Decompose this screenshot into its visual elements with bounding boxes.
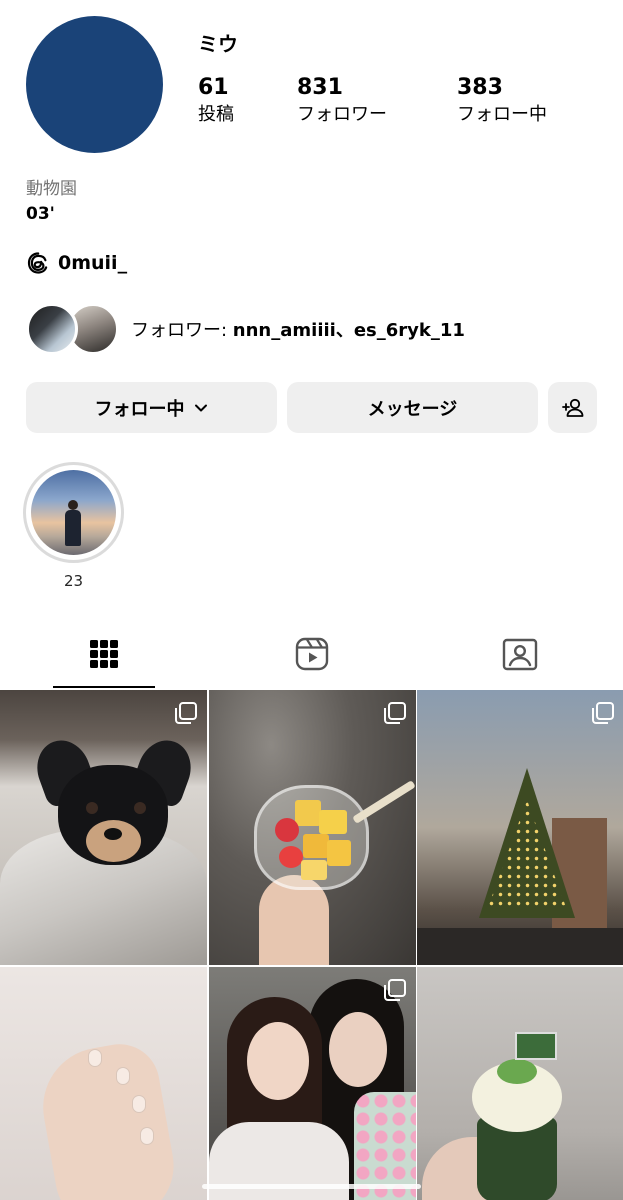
highlight-cover (31, 470, 116, 555)
following-stat[interactable]: 383 フォロー中 (457, 74, 547, 128)
followers-label: フォロワー (297, 104, 387, 125)
posts-count: 61 (198, 75, 229, 100)
followers-stat[interactable]: 831 フォロワー (297, 74, 387, 128)
home-indicator (202, 1184, 421, 1189)
post-christmas-tree[interactable] (417, 690, 623, 965)
mutual-prefix: フォロワー: (131, 320, 233, 341)
threads-icon (27, 252, 48, 274)
profile-avatar[interactable] (26, 16, 163, 153)
message-button-label: メッセージ (367, 398, 458, 420)
highlight-person (65, 500, 81, 546)
following-button[interactable]: フォロー中 (26, 382, 277, 433)
carousel-icon (592, 702, 614, 724)
highlight-label: 23 (63, 572, 84, 590)
post-cupcake[interactable] (417, 967, 623, 1200)
story-highlight[interactable] (23, 462, 124, 563)
profile-username: ミウ (198, 32, 238, 56)
carousel-icon (175, 702, 197, 724)
tab-reels[interactable] (208, 620, 415, 688)
post-nails[interactable] (0, 967, 207, 1200)
mutual-names: nnn_amiiii、es_6ryk_11 (232, 320, 465, 341)
tab-tagged[interactable] (416, 620, 623, 688)
profile-category: 動物園 (26, 179, 77, 199)
mutual-avatars (26, 303, 121, 355)
threads-handle: 0muii_ (58, 252, 128, 274)
post-fruit-cup[interactable] (209, 690, 416, 965)
profile-tabs (0, 620, 623, 688)
message-button[interactable]: メッセージ (287, 382, 538, 433)
posts-label: 投稿 (198, 104, 234, 125)
tab-posts-grid[interactable] (0, 620, 207, 688)
following-count: 383 (457, 75, 503, 100)
following-button-label: フォロー中 (94, 398, 185, 420)
reels-icon (295, 637, 328, 671)
following-label: フォロー中 (457, 104, 547, 125)
grid-icon (89, 640, 118, 668)
mutual-followers-text: フォロワー: nnn_amiiii、es_6ryk_11 (131, 316, 465, 342)
carousel-icon (384, 979, 406, 1001)
mutual-followers[interactable]: フォロワー: nnn_amiiii、es_6ryk_11 (26, 303, 465, 355)
suggest-users-button[interactable] (548, 382, 597, 433)
add-user-icon (561, 398, 583, 417)
followers-count: 831 (297, 75, 343, 100)
carousel-icon (384, 702, 406, 724)
posts-stat[interactable]: 61 投稿 (198, 74, 234, 128)
chevron-down-icon (194, 404, 207, 411)
post-friends[interactable] (209, 967, 416, 1200)
mutual-avatar (26, 303, 78, 355)
post-dog[interactable] (0, 690, 207, 965)
tagged-icon (502, 638, 537, 671)
profile-bio: 03' (26, 204, 55, 224)
active-tab-indicator (53, 686, 155, 688)
threads-link[interactable]: 0muii_ (26, 251, 127, 275)
